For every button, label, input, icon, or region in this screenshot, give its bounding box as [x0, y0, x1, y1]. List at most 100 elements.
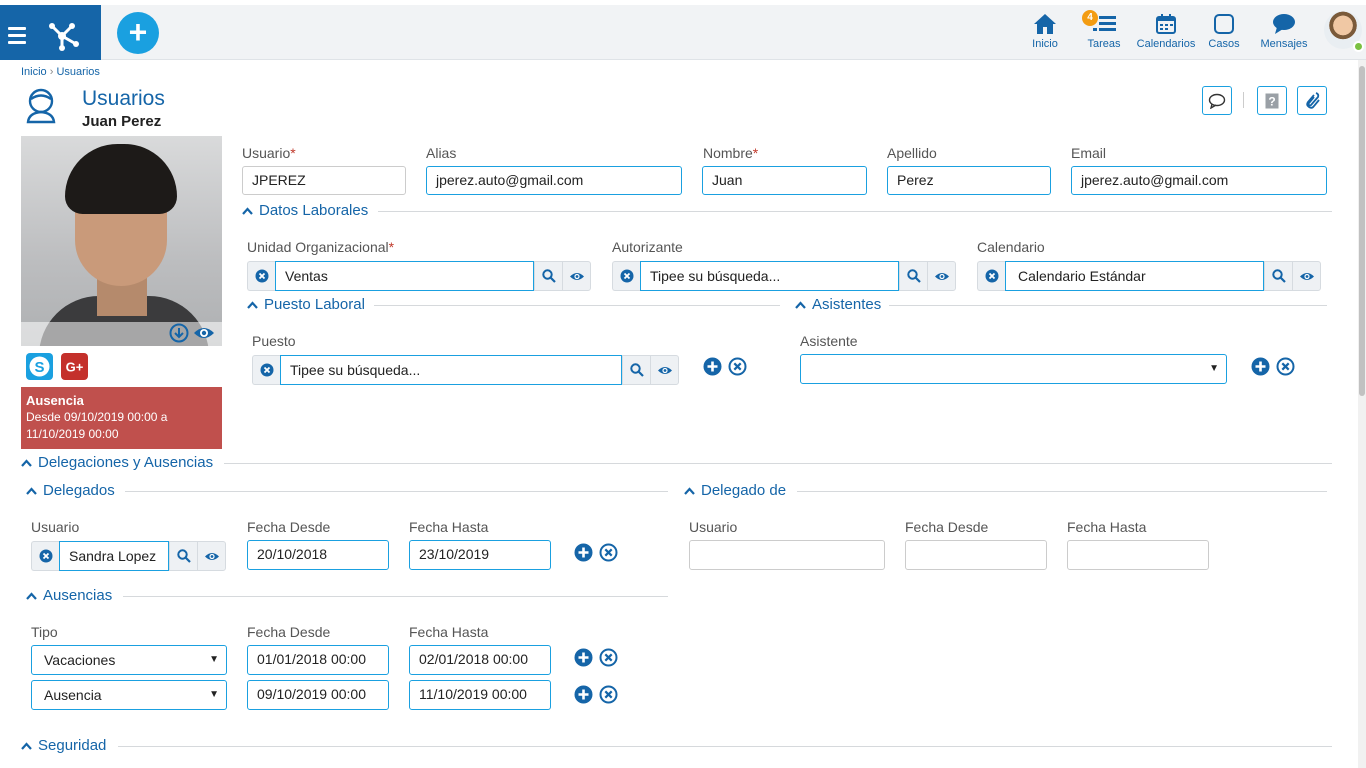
- clear-puesto-button[interactable]: [252, 355, 280, 385]
- scrollbar[interactable]: [1358, 60, 1366, 768]
- remove-row-icon[interactable]: [599, 648, 618, 667]
- absence-from: Desde 09/10/2019 00:00 a: [26, 410, 168, 424]
- nav-item-mensajes[interactable]: Mensajes: [1259, 12, 1309, 50]
- view-photo-icon[interactable]: [193, 324, 215, 342]
- breadcrumb-current[interactable]: Usuarios: [56, 66, 99, 78]
- clear-icon: [260, 363, 273, 377]
- attachments-button[interactable]: [1297, 86, 1327, 115]
- scrollbar-thumb[interactable]: [1359, 66, 1365, 396]
- remove-row-icon[interactable]: [599, 543, 618, 562]
- menu-icon[interactable]: [8, 27, 26, 48]
- add-row-icon[interactable]: [574, 543, 593, 562]
- online-status-dot: [1353, 41, 1364, 52]
- logo-icon[interactable]: [44, 22, 80, 52]
- divider: [125, 491, 668, 492]
- clear-calendario-button[interactable]: [977, 261, 1005, 291]
- email-field[interactable]: jperez.auto@gmail.com: [1071, 166, 1327, 195]
- nav-label-calendarios: Calendarios: [1136, 38, 1196, 50]
- alias-label: Alias: [426, 145, 457, 161]
- ausencia-tipo-select[interactable]: Ausencia ▼: [31, 680, 227, 710]
- ausencia-row-actions: [574, 648, 618, 667]
- ausencia-fecha-desde[interactable]: 01/01/2018 00:00: [247, 645, 389, 675]
- seguridad-toggle[interactable]: Seguridad: [21, 737, 106, 754]
- delegado-de-col-desde: Fecha Desde: [905, 519, 989, 535]
- remove-row-icon[interactable]: [599, 685, 618, 704]
- eye-icon: [569, 272, 584, 280]
- delegado-fecha-hasta[interactable]: 23/10/2019: [409, 540, 551, 570]
- messages-icon: [1273, 14, 1295, 34]
- asistentes-toggle[interactable]: Asistentes: [795, 296, 881, 313]
- datos-laborales-title: Datos Laborales: [259, 202, 369, 219]
- remove-row-icon[interactable]: [728, 357, 747, 376]
- view-unidad-button[interactable]: [562, 261, 591, 291]
- divider: [378, 211, 1332, 212]
- puesto-input[interactable]: Tipee su búsqueda...: [280, 355, 622, 385]
- email-label: Email: [1071, 145, 1107, 161]
- search-autorizante-button[interactable]: [899, 261, 928, 291]
- usuario-label: Usuario*: [242, 145, 296, 161]
- ausencia-fecha-desde[interactable]: 09/10/2019 00:00: [247, 680, 389, 710]
- remove-row-icon[interactable]: [1276, 357, 1295, 376]
- delegados-title: Delegados: [43, 482, 115, 499]
- autorizante-input[interactable]: Tipee su búsqueda...: [640, 261, 899, 291]
- chevron-up-icon: [26, 486, 37, 495]
- clear-autorizante-button[interactable]: [612, 261, 640, 291]
- nombre-field[interactable]: Juan: [702, 166, 867, 195]
- eye-icon: [934, 272, 949, 280]
- delegados-toggle[interactable]: Delegados: [26, 482, 115, 499]
- view-puesto-button[interactable]: [650, 355, 679, 385]
- absence-notice: Ausencia Desde 09/10/2019 00:00 a 11/10/…: [21, 387, 222, 449]
- search-icon: [906, 269, 921, 283]
- calendar-icon: [1156, 14, 1176, 34]
- download-photo-icon[interactable]: [169, 323, 189, 343]
- add-row-icon[interactable]: [1251, 357, 1270, 376]
- breadcrumb-separator: ›: [49, 66, 54, 78]
- calendario-input[interactable]: Calendario Estándar: [1005, 261, 1264, 291]
- delegaciones-toggle[interactable]: Delegaciones y Ausencias: [21, 454, 213, 471]
- usuario-field[interactable]: JPEREZ: [242, 166, 406, 195]
- ausencia-tipo-select[interactable]: Vacaciones ▼: [31, 645, 227, 675]
- nav-item-calendarios[interactable]: Calendarios: [1136, 12, 1196, 50]
- view-calendario-button[interactable]: [1292, 261, 1321, 291]
- alias-field[interactable]: jperez.auto@gmail.com: [426, 166, 682, 195]
- search-unidad-button[interactable]: [534, 261, 563, 291]
- ausencia-fecha-hasta[interactable]: 11/10/2019 00:00: [409, 680, 551, 710]
- comment-icon: [1208, 93, 1226, 109]
- view-autorizante-button[interactable]: [927, 261, 956, 291]
- delegado-usuario-input[interactable]: Sandra Lopez: [59, 541, 169, 571]
- puesto-laboral-toggle[interactable]: Puesto Laboral: [247, 296, 365, 313]
- breadcrumb: Inicio › Usuarios: [21, 66, 100, 78]
- nav-item-tareas[interactable]: 4 Tareas: [1082, 10, 1123, 50]
- clear-icon: [985, 269, 998, 283]
- view-delegado-button[interactable]: [197, 541, 226, 571]
- unidad-input[interactable]: Ventas: [275, 261, 534, 291]
- breadcrumb-home[interactable]: Inicio: [21, 66, 47, 78]
- add-row-icon[interactable]: [574, 685, 593, 704]
- search-delegado-button[interactable]: [169, 541, 198, 571]
- divider: [118, 746, 1332, 747]
- asistente-select[interactable]: ▼: [800, 354, 1227, 384]
- eye-icon: [204, 552, 219, 560]
- clear-unidad-button[interactable]: [247, 261, 275, 291]
- delegado-fecha-desde[interactable]: 20/10/2018: [247, 540, 389, 570]
- nav-item-casos[interactable]: Casos: [1206, 12, 1242, 50]
- ausencia-fecha-hasta[interactable]: 02/01/2018 00:00: [409, 645, 551, 675]
- skype-icon[interactable]: S: [26, 353, 53, 380]
- comments-button[interactable]: [1202, 86, 1232, 115]
- add-button[interactable]: +: [117, 12, 159, 54]
- search-calendario-button[interactable]: [1264, 261, 1293, 291]
- google-plus-icon[interactable]: G+: [61, 353, 88, 380]
- delegado-de-toggle[interactable]: Delegado de: [684, 482, 786, 499]
- clear-delegado-button[interactable]: [31, 541, 59, 571]
- page-title: Usuarios: [82, 87, 165, 110]
- svg-text:?: ?: [1268, 94, 1275, 108]
- search-puesto-button[interactable]: [622, 355, 651, 385]
- autorizante-lookup: Tipee su búsqueda...: [612, 261, 956, 291]
- add-row-icon[interactable]: [703, 357, 722, 376]
- datos-laborales-toggle[interactable]: Datos Laborales: [242, 202, 368, 219]
- add-row-icon[interactable]: [574, 648, 593, 667]
- nav-item-inicio[interactable]: Inicio: [1026, 12, 1064, 50]
- ausencias-toggle[interactable]: Ausencias: [26, 587, 112, 604]
- help-button[interactable]: ?: [1257, 86, 1287, 115]
- apellido-field[interactable]: Perez: [887, 166, 1051, 195]
